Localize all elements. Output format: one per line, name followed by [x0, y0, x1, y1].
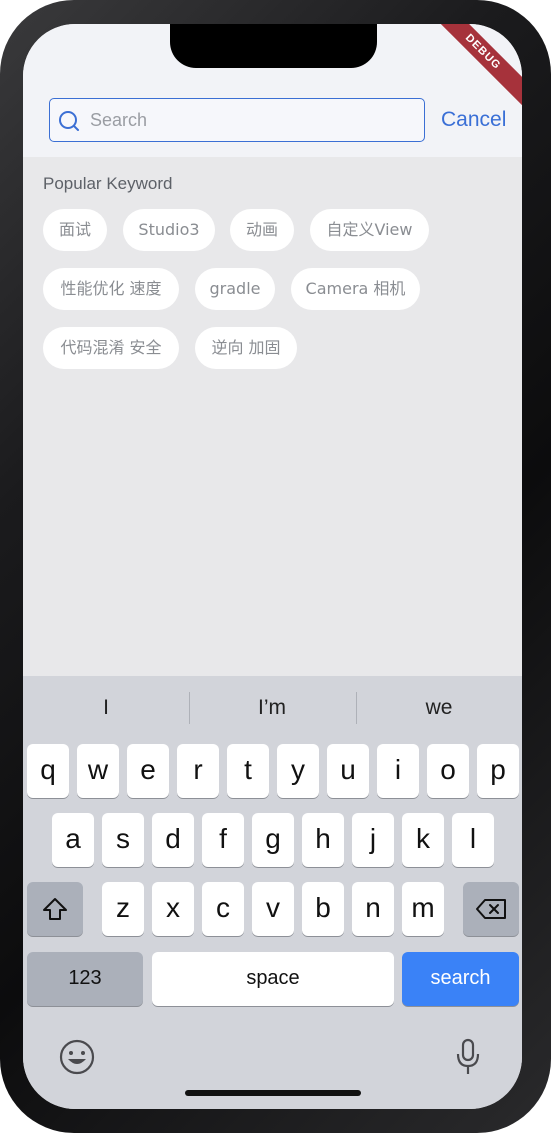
key-u[interactable]: u	[327, 744, 369, 798]
keyboard: I I’m we q w e r t y u i o p a s d f g h…	[23, 676, 522, 1109]
key-f[interactable]: f	[202, 813, 244, 867]
search-action-key[interactable]: search	[402, 952, 519, 1006]
key-g[interactable]: g	[252, 813, 294, 867]
key-e[interactable]: e	[127, 744, 169, 798]
key-x[interactable]: x	[152, 882, 194, 936]
key-a[interactable]: a	[52, 813, 94, 867]
keyword-chip[interactable]: Studio3	[123, 209, 215, 251]
key-y[interactable]: y	[277, 744, 319, 798]
key-q[interactable]: q	[27, 744, 69, 798]
key-l[interactable]: l	[452, 813, 494, 867]
search-icon	[59, 111, 79, 131]
shift-icon	[43, 898, 67, 920]
home-indicator[interactable]	[185, 1090, 361, 1096]
notch	[170, 24, 377, 68]
key-d[interactable]: d	[152, 813, 194, 867]
key-p[interactable]: p	[477, 744, 519, 798]
cancel-button[interactable]: Cancel	[441, 108, 506, 132]
keyword-chip[interactable]: 自定义View	[310, 209, 429, 251]
key-b[interactable]: b	[302, 882, 344, 936]
key-o[interactable]: o	[427, 744, 469, 798]
key-k[interactable]: k	[402, 813, 444, 867]
space-key[interactable]: space	[152, 952, 394, 1006]
key-z[interactable]: z	[102, 882, 144, 936]
emoji-icon[interactable]	[59, 1039, 95, 1075]
key-t[interactable]: t	[227, 744, 269, 798]
key-j[interactable]: j	[352, 813, 394, 867]
keyword-chip[interactable]: 动画	[230, 209, 294, 251]
key-v[interactable]: v	[252, 882, 294, 936]
key-w[interactable]: w	[77, 744, 119, 798]
keyword-chip[interactable]: gradle	[195, 268, 275, 310]
key-n[interactable]: n	[352, 882, 394, 936]
numbers-key[interactable]: 123	[27, 952, 143, 1006]
key-s[interactable]: s	[102, 813, 144, 867]
key-m[interactable]: m	[402, 882, 444, 936]
key-h[interactable]: h	[302, 813, 344, 867]
suggestion-item[interactable]: we	[356, 696, 522, 720]
search-box[interactable]	[49, 98, 425, 142]
keyword-chip[interactable]: 性能优化 速度	[43, 268, 179, 310]
key-r[interactable]: r	[177, 744, 219, 798]
popular-keywords-section: Popular Keyword 面试 Studio3 动画 自定义View 性能…	[23, 157, 522, 677]
suggestion-item[interactable]: I	[23, 696, 189, 720]
screen: DEBUG Cancel Popular Keyword 面试 Studio3 …	[23, 24, 522, 1109]
keyword-chip[interactable]: 代码混淆 安全	[43, 327, 179, 369]
section-title: Popular Keyword	[43, 174, 173, 193]
key-c[interactable]: c	[202, 882, 244, 936]
key-i[interactable]: i	[377, 744, 419, 798]
shift-key[interactable]	[27, 882, 83, 936]
keyword-chip[interactable]: 面试	[43, 209, 107, 251]
microphone-icon[interactable]	[454, 1038, 482, 1076]
search-input[interactable]	[88, 99, 422, 142]
keyword-chip[interactable]: 逆向 加固	[195, 327, 297, 369]
suggestion-item[interactable]: I’m	[189, 696, 355, 720]
backspace-key[interactable]	[463, 882, 519, 936]
backspace-icon	[476, 899, 506, 919]
keyword-chip[interactable]: Camera 相机	[291, 268, 420, 310]
